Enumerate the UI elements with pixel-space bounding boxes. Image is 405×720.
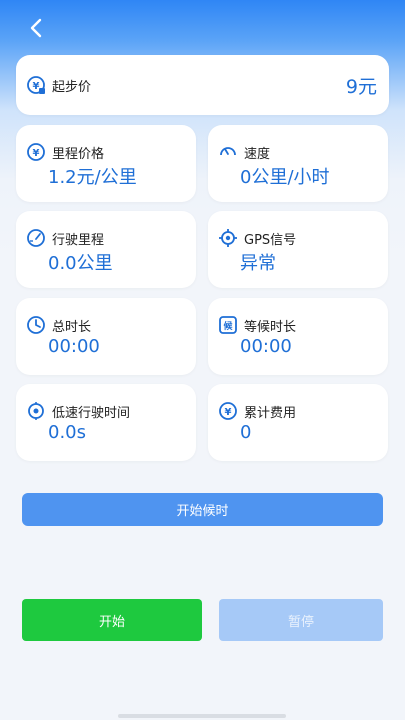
speed-card: 速度 0公里/小时 [208,125,388,202]
total-fee-card: ¥ 累计费用 0 [208,384,388,461]
pause-button[interactable]: 暂停 [219,599,383,641]
svg-text:¥: ¥ [33,81,40,92]
back-button[interactable] [22,14,50,42]
home-indicator [118,714,286,718]
start-fare-label: 起步价 [52,79,92,95]
mileage-price-label: 里程价格 [52,146,105,162]
gps-value: 异常 [240,253,276,274]
odometer-icon [26,228,46,248]
start-button[interactable]: 开始 [22,599,202,641]
low-speed-label: 低速行驶时间 [52,405,131,421]
low-speed-card: 低速行驶时间 0.0s [16,384,196,461]
start-fare-card: ¥ 起步价 9元 [16,55,389,115]
start-fare-label-row: ¥ 起步价 [26,75,91,95]
distance-label: 行驶里程 [52,232,105,248]
distance-card: 行驶里程 0.0公里 [16,211,196,288]
distance-value: 0.0公里 [48,253,113,274]
gps-label: GPS信号 [244,232,297,248]
start-wait-button[interactable]: 开始候时 [22,493,383,526]
total-fee-label: 累计费用 [244,405,297,421]
total-time-label: 总时长 [52,319,92,335]
clock-icon [26,315,46,335]
start-fare-value: 9元 [345,76,377,98]
target-icon [26,401,46,421]
yuan-icon: ¥ [26,75,46,95]
svg-text:¥: ¥ [33,148,40,159]
yuan-icon: ¥ [26,142,46,162]
speed-value: 0公里/小时 [240,167,330,188]
gps-card: GPS信号 异常 [208,211,388,288]
mileage-price-value: 1.2元/公里 [48,167,137,188]
svg-text:¥: ¥ [225,407,232,418]
total-time-value: 00:00 [48,336,100,357]
low-speed-value: 0.0s [48,422,87,443]
speedometer-icon [218,142,238,162]
wait-time-value: 00:00 [240,336,292,357]
svg-text:候: 候 [223,320,233,332]
total-time-card: 总时长 00:00 [16,298,196,375]
back-arrow-icon [30,18,42,38]
gps-target-icon [218,228,238,248]
yuan-icon: ¥ [218,401,238,421]
wait-time-label: 等候时长 [244,319,297,335]
mileage-price-card: ¥ 里程价格 1.2元/公里 [16,125,196,202]
total-fee-value: 0 [240,422,252,443]
speed-label: 速度 [244,146,271,162]
wait-time-card: 候 等候时长 00:00 [208,298,388,375]
wait-badge-icon: 候 [218,315,238,335]
